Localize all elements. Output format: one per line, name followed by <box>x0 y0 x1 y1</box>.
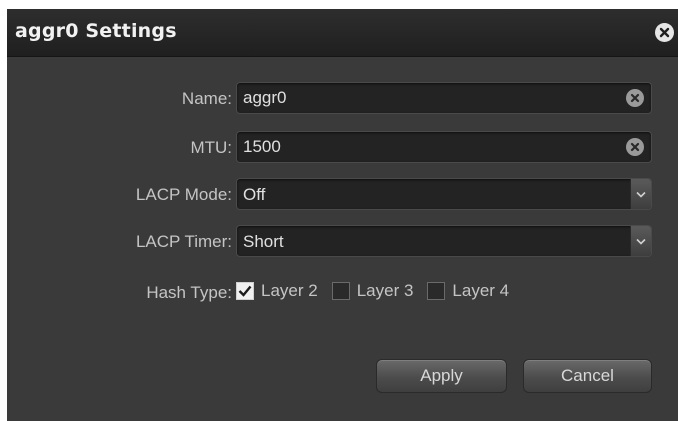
close-button[interactable] <box>655 23 674 42</box>
mtu-input[interactable] <box>237 132 607 162</box>
layer2-checkbox[interactable] <box>236 282 254 300</box>
layer3-checkbox[interactable] <box>331 282 350 300</box>
layer2-label: Layer 2 <box>261 281 318 300</box>
lacp-mode-value: Off <box>243 185 266 204</box>
lacp-timer-value: Short <box>243 232 284 251</box>
apply-button[interactable]: Apply <box>376 359 507 393</box>
lacp-mode-dropdown-button[interactable] <box>630 179 651 209</box>
lacp-mode-label: LACP Mode: <box>135 185 232 204</box>
chevron-down-icon <box>636 238 646 245</box>
dialog-title: aggr0 Settings <box>15 20 177 42</box>
hash-type-row: Hash Type: Layer 2 Layer 3 Layer 4 <box>7 281 678 315</box>
mtu-label: MTU: <box>190 138 232 157</box>
hash-type-layer2[interactable]: Layer 2 <box>236 281 318 301</box>
hash-type-layer3[interactable]: Layer 3 <box>331 281 414 301</box>
layer3-label: Layer 3 <box>356 281 414 300</box>
lacp-timer-select[interactable]: Short <box>236 225 652 257</box>
hash-type-label: Hash Type: <box>146 283 232 302</box>
mtu-row: MTU: <box>7 131 678 165</box>
settings-dialog: aggr0 Settings Name: MTU: <box>7 9 678 421</box>
clear-icon[interactable] <box>626 138 644 156</box>
name-label: Name: <box>181 89 232 108</box>
lacp-mode-row: LACP Mode: Off <box>7 178 678 212</box>
close-icon <box>659 27 670 38</box>
clear-x-icon <box>630 142 640 152</box>
hash-type-options: Layer 2 Layer 3 Layer 4 <box>236 281 523 301</box>
layer4-label: Layer 4 <box>452 281 510 300</box>
name-row: Name: <box>7 82 678 116</box>
name-field-container <box>236 82 652 114</box>
lacp-timer-dropdown-button[interactable] <box>630 226 651 256</box>
lacp-timer-row: LACP Timer: Short <box>7 225 678 259</box>
lacp-timer-label: LACP Timer: <box>135 232 232 251</box>
name-input[interactable] <box>237 83 607 113</box>
clear-icon[interactable] <box>626 89 644 107</box>
chevron-down-icon <box>636 191 646 198</box>
cancel-button[interactable]: Cancel <box>523 359 652 393</box>
mtu-field-container <box>236 131 652 163</box>
clear-x-icon <box>630 93 640 103</box>
lacp-mode-select[interactable]: Off <box>236 178 652 210</box>
layer4-checkbox[interactable] <box>427 282 446 300</box>
hash-type-layer4[interactable]: Layer 4 <box>427 281 509 301</box>
dialog-titlebar: aggr0 Settings <box>7 9 678 57</box>
checkmark-icon <box>238 285 252 297</box>
